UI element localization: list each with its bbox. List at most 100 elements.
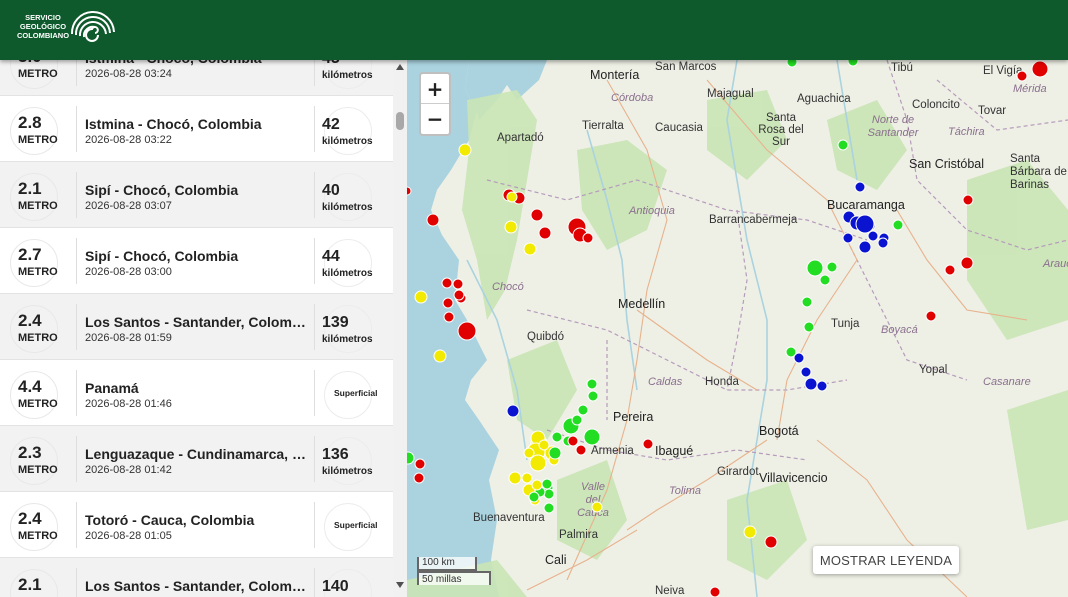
earthquake-map[interactable]: Montería San Marcos Tibú El Vigía Mérida…: [407, 60, 1068, 597]
earthquake-marker[interactable]: [855, 214, 875, 234]
earthquake-row[interactable]: 2.8 METRO Istmina - Chocó, Colombia 2026-08…: [0, 96, 393, 162]
sgc-logo[interactable]: SERVICIO GEOLÓGICO COLOMBIANO: [16, 4, 118, 48]
earthquake-row[interactable]: 2.4 METRO Los Santos - Santander, Colombia…: [0, 294, 393, 360]
magnitude-type: METRO: [18, 464, 58, 476]
earthquake-marker[interactable]: [504, 220, 518, 234]
earthquake-marker[interactable]: [877, 237, 889, 249]
earthquake-marker[interactable]: [529, 454, 547, 472]
divider: [76, 370, 77, 416]
earthquake-marker[interactable]: [414, 290, 428, 304]
earthquake-marker[interactable]: [826, 261, 838, 273]
earthquake-marker[interactable]: [962, 194, 974, 206]
logo-text: SERVICIO GEOLÓGICO COLOMBIANO: [16, 12, 70, 40]
scroll-thumb[interactable]: [396, 112, 404, 130]
earthquake-marker[interactable]: [543, 488, 555, 500]
earthquake-marker[interactable]: [806, 259, 824, 277]
earthquake-row[interactable]: 2.7 METRO Sipí - Chocó, Colombia 2026-08-28…: [0, 228, 393, 294]
earthquake-row[interactable]: 2.1 METRO Sipí - Chocó, Colombia 2026-08-28…: [0, 162, 393, 228]
earthquake-marker[interactable]: [441, 277, 453, 289]
earthquake-marker[interactable]: [457, 321, 477, 341]
earthquake-row[interactable]: 2.3 METRO Lenguazaque - Cundinamarca, Colo…: [0, 426, 393, 492]
earthquake-marker[interactable]: [960, 256, 974, 270]
earthquake-marker[interactable]: [1031, 60, 1049, 78]
scroll-up-arrow-icon[interactable]: [396, 64, 404, 70]
earthquake-marker[interactable]: [571, 414, 583, 426]
earthquake-marker[interactable]: [786, 60, 798, 68]
divider: [314, 370, 315, 416]
earthquake-marker[interactable]: [528, 491, 540, 503]
earthquake-marker[interactable]: [413, 472, 425, 484]
earthquake-marker[interactable]: [453, 289, 465, 301]
earthquake-row[interactable]: 2.1METRO Los Santos - Santander, Colombia…: [0, 558, 393, 597]
earthquake-list[interactable]: 3.0 METRO Istmina - Chocó, Colombia 2026-08…: [0, 60, 407, 597]
zoom-out-button[interactable]: −: [421, 104, 449, 134]
earthquake-marker[interactable]: [531, 479, 543, 491]
earthquake-marker[interactable]: [867, 230, 879, 242]
earthquake-marker[interactable]: [433, 349, 447, 363]
earthquake-marker[interactable]: [925, 310, 937, 322]
earthquake-marker[interactable]: [407, 451, 415, 465]
earthquake-marker[interactable]: [583, 428, 601, 446]
earthquake-marker[interactable]: [764, 535, 778, 549]
earthquake-marker[interactable]: [642, 438, 654, 450]
scroll-down-arrow-icon[interactable]: [396, 582, 404, 588]
earthquake-row[interactable]: 3.0 METRO Istmina - Chocó, Colombia 2026-08…: [0, 60, 393, 96]
event-datetime: 2026-08-28 01:46: [85, 398, 172, 410]
earthquake-marker[interactable]: [837, 139, 849, 151]
earthquake-marker[interactable]: [816, 380, 828, 392]
earthquake-marker[interactable]: [538, 226, 552, 240]
earthquake-marker[interactable]: [442, 297, 454, 309]
list-scrollbar[interactable]: [393, 60, 407, 597]
earthquake-marker[interactable]: [551, 431, 563, 443]
depth-value: 40: [322, 182, 340, 199]
earthquake-marker[interactable]: [506, 191, 518, 203]
earthquake-marker[interactable]: [458, 143, 472, 157]
earthquake-marker[interactable]: [842, 232, 854, 244]
earthquake-marker[interactable]: [543, 502, 555, 514]
earthquake-marker[interactable]: [567, 435, 579, 447]
earthquake-marker[interactable]: [548, 446, 562, 460]
magnitude-value: 4.4: [18, 377, 42, 396]
magnitude-type: METRO: [18, 200, 58, 212]
earthquake-marker[interactable]: [1016, 70, 1028, 82]
earthquake-marker[interactable]: [414, 458, 426, 470]
earthquake-marker[interactable]: [523, 242, 537, 256]
earthquake-marker[interactable]: [538, 439, 550, 451]
earthquake-marker[interactable]: [443, 311, 455, 323]
earthquake-marker[interactable]: [801, 296, 813, 308]
magnitude: 2.1 METRO: [18, 180, 68, 213]
earthquake-marker[interactable]: [591, 501, 603, 513]
earthquake-marker[interactable]: [575, 444, 587, 456]
magnitude-value: 2.3: [18, 443, 42, 462]
earthquake-row[interactable]: 2.4 METRO Totoró - Cauca, Colombia 2026-08-…: [0, 492, 393, 558]
earthquake-marker[interactable]: [506, 404, 520, 418]
earthquake-marker[interactable]: [847, 60, 859, 67]
earthquake-marker[interactable]: [521, 472, 533, 484]
earthquake-marker[interactable]: [407, 186, 412, 196]
earthquake-marker[interactable]: [800, 366, 812, 378]
depth-value: 42: [322, 116, 340, 133]
earthquake-marker[interactable]: [804, 377, 818, 391]
earthquake-marker[interactable]: [709, 586, 721, 597]
earthquake-marker[interactable]: [508, 471, 522, 485]
earthquake-marker[interactable]: [530, 208, 544, 222]
earthquake-marker[interactable]: [803, 321, 815, 333]
earthquake-marker[interactable]: [743, 525, 757, 539]
show-legend-button[interactable]: MOSTRAR LEYENDA: [813, 546, 959, 574]
earthquake-marker[interactable]: [944, 264, 956, 276]
earthquake-marker[interactable]: [858, 240, 872, 254]
earthquake-marker[interactable]: [892, 219, 904, 231]
earthquake-marker[interactable]: [577, 404, 589, 416]
earthquake-marker[interactable]: [523, 447, 535, 459]
earthquake-marker[interactable]: [587, 390, 599, 402]
earthquake-marker[interactable]: [582, 232, 594, 244]
earthquake-marker[interactable]: [586, 378, 598, 390]
zoom-in-button[interactable]: +: [421, 74, 449, 104]
earthquake-marker[interactable]: [541, 478, 553, 490]
earthquake-marker[interactable]: [819, 274, 831, 286]
earthquake-marker[interactable]: [452, 278, 464, 290]
earthquake-row[interactable]: 4.4 METRO Panamá 2026-08-28 01:46 Superficia…: [0, 360, 393, 426]
earthquake-marker[interactable]: [854, 181, 866, 193]
earthquake-marker[interactable]: [426, 213, 440, 227]
earthquake-marker[interactable]: [793, 352, 805, 364]
